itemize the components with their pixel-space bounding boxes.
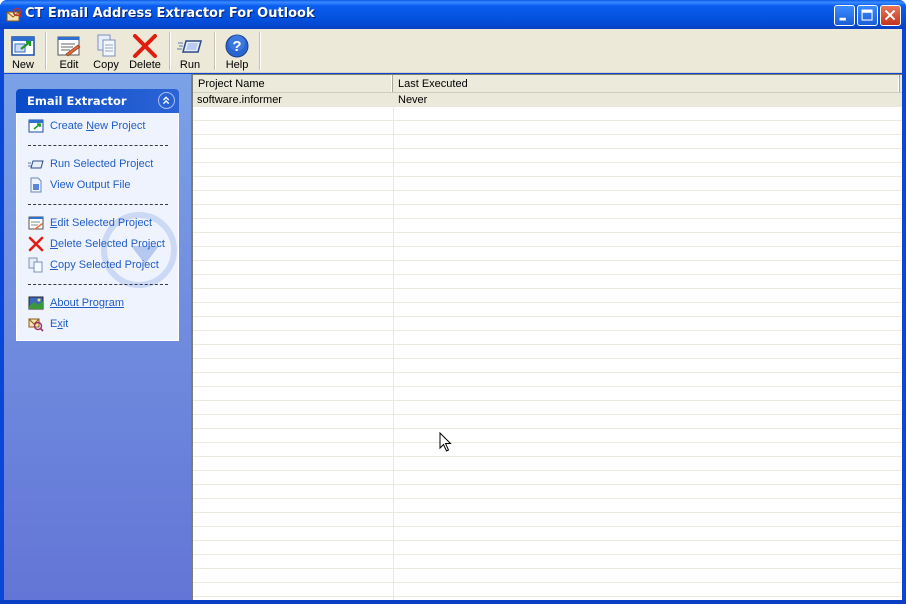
delete-selected-project-label: Delete Selected Project bbox=[50, 238, 165, 250]
window-bottom-border bbox=[0, 600, 906, 604]
exit-icon bbox=[28, 318, 44, 332]
new-project-icon bbox=[28, 119, 44, 133]
copy-icon bbox=[28, 257, 43, 273]
help-button[interactable]: ? Help bbox=[220, 31, 254, 72]
svg-text:?: ? bbox=[232, 38, 241, 55]
edit-icon bbox=[57, 36, 81, 57]
edit-button[interactable]: Edit bbox=[52, 31, 86, 72]
divider bbox=[28, 145, 168, 146]
project-name-cell: software.informer bbox=[197, 94, 282, 106]
delete-button[interactable]: Delete bbox=[126, 31, 164, 72]
new-button[interactable]: New bbox=[6, 31, 40, 72]
task-pane: Email Extractor Create New Project Run S… bbox=[4, 74, 191, 600]
edit-selected-project-link[interactable]: Edit Selected Project bbox=[28, 215, 178, 233]
title-bar[interactable]: CT Email Address Extractor For Outlook bbox=[0, 0, 906, 29]
minimize-button[interactable] bbox=[834, 5, 855, 26]
delete-icon bbox=[133, 34, 157, 58]
run-icon bbox=[177, 40, 202, 53]
exit-link[interactable]: Exit bbox=[28, 316, 178, 334]
help-icon: ? bbox=[225, 34, 249, 58]
create-new-project-label: Create New Project bbox=[50, 120, 146, 132]
mouse-cursor-icon bbox=[439, 432, 452, 452]
toolbar-separator bbox=[45, 32, 47, 70]
column-header-project-name[interactable]: Project Name bbox=[193, 75, 393, 92]
maximize-button[interactable] bbox=[857, 5, 878, 26]
toolbar-separator bbox=[259, 32, 261, 70]
copy-button[interactable]: Copy bbox=[90, 31, 122, 72]
copy-selected-project-link[interactable]: Copy Selected Project bbox=[28, 257, 178, 275]
edit-label: Edit bbox=[59, 59, 79, 71]
list-rows: software.informer Never bbox=[193, 93, 902, 600]
delete-label: Delete bbox=[129, 59, 161, 71]
copy-icon bbox=[97, 34, 116, 57]
chevron-up-double-icon bbox=[162, 96, 170, 105]
column-header-last-executed[interactable]: Last Executed bbox=[393, 75, 900, 92]
run-selected-project-label: Run Selected Project bbox=[50, 158, 154, 170]
projects-list[interactable]: Project Name Last Executed software.info… bbox=[191, 74, 902, 600]
run-button[interactable]: Run bbox=[174, 31, 206, 72]
window-title: CT Email Address Extractor For Outlook bbox=[25, 6, 315, 21]
toolbar: New Edit Copy Delete Run ? Help bbox=[4, 29, 902, 73]
help-label: Help bbox=[225, 59, 249, 71]
about-icon bbox=[28, 296, 44, 310]
divider bbox=[28, 204, 168, 205]
run-selected-project-link[interactable]: Run Selected Project bbox=[28, 156, 178, 174]
view-output-file-link[interactable]: View Output File bbox=[28, 177, 178, 195]
close-button[interactable] bbox=[880, 5, 901, 26]
new-label: New bbox=[11, 59, 34, 71]
run-icon bbox=[28, 160, 44, 169]
run-label: Run bbox=[179, 59, 201, 71]
panel-title: Email Extractor bbox=[27, 94, 127, 108]
panel-header[interactable]: Email Extractor bbox=[16, 89, 179, 113]
divider bbox=[28, 284, 168, 285]
app-icon bbox=[6, 7, 22, 22]
close-icon bbox=[884, 9, 896, 21]
view-output-file-label: View Output File bbox=[50, 179, 131, 191]
column-divider bbox=[393, 93, 394, 600]
app-window: CT Email Address Extractor For Outlook N… bbox=[0, 0, 906, 604]
minimize-icon bbox=[839, 17, 846, 21]
delete-icon bbox=[28, 236, 44, 252]
collapse-button[interactable] bbox=[158, 92, 175, 109]
delete-selected-project-link[interactable]: Delete Selected Project bbox=[28, 236, 178, 254]
edit-icon bbox=[28, 216, 44, 230]
create-new-project-link[interactable]: Create New Project bbox=[28, 118, 178, 136]
about-program-link[interactable]: About Program bbox=[28, 295, 178, 313]
list-header: Project Name Last Executed bbox=[193, 75, 902, 93]
maximize-icon bbox=[861, 9, 873, 21]
panel-body: Create New Project Run Selected Project bbox=[16, 113, 179, 341]
about-program-label: About Program bbox=[50, 297, 124, 309]
copy-label: Copy bbox=[93, 59, 119, 71]
edit-selected-project-label: Edit Selected Project bbox=[50, 217, 153, 229]
new-project-icon bbox=[11, 36, 35, 56]
file-icon bbox=[30, 177, 42, 193]
copy-selected-project-label: Copy Selected Project bbox=[50, 259, 159, 271]
last-executed-cell: Never bbox=[398, 94, 428, 106]
exit-label: Exit bbox=[50, 318, 69, 330]
table-row[interactable]: software.informer Never bbox=[193, 93, 902, 107]
toolbar-separator bbox=[214, 32, 216, 70]
email-extractor-panel: Email Extractor Create New Project Run S… bbox=[16, 89, 179, 341]
toolbar-separator bbox=[169, 32, 171, 70]
